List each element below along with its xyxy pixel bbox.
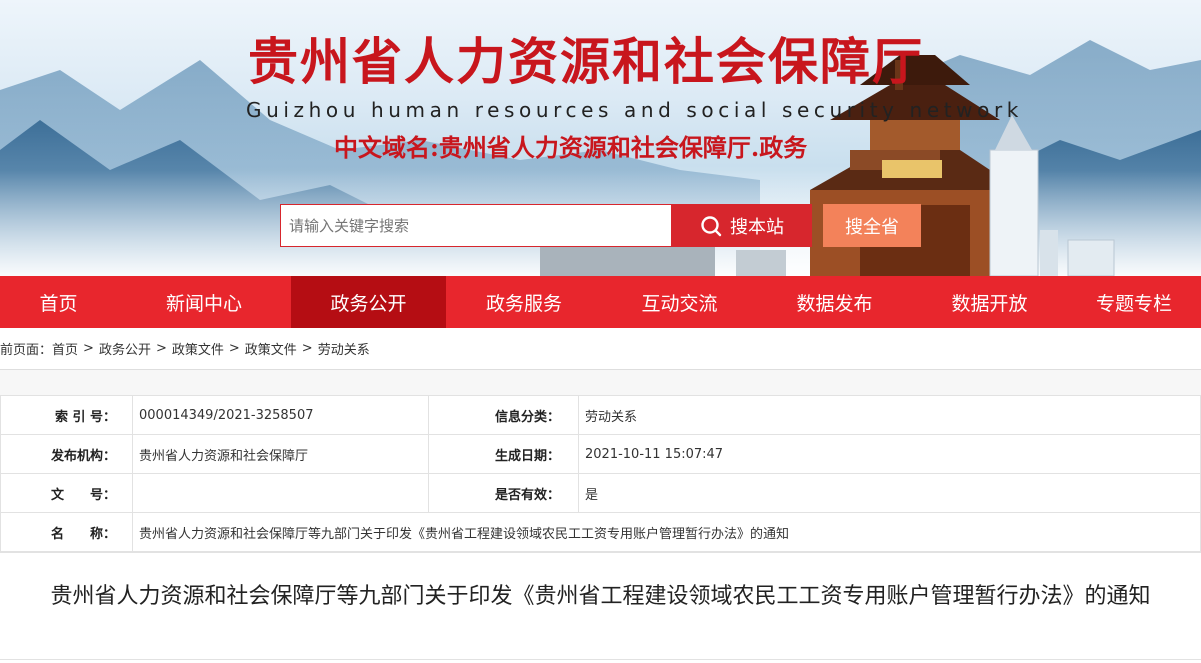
search-site-button[interactable]: 搜本站 — [672, 204, 812, 247]
breadcrumb-link-policy-files[interactable]: 政策文件 — [172, 339, 224, 358]
divider — [0, 659, 1201, 660]
search-province-label: 搜全省 — [845, 216, 899, 238]
nav-label: 新闻中心 — [165, 292, 242, 315]
breadcrumb-separator: > — [83, 341, 94, 356]
site-domain: 中文域名:贵州省人力资源和社会保障厅.政务 — [334, 133, 808, 162]
search-input[interactable] — [281, 205, 671, 246]
search-icon — [701, 215, 722, 236]
nav-label: 首页 — [39, 292, 78, 315]
breadcrumb-link-home[interactable]: 首页 — [52, 339, 78, 358]
category-label: 信息分类： — [428, 395, 579, 435]
docno-label: 文 号： — [0, 473, 133, 513]
table-row: 索 引 号： 000014349/2021-3258507 信息分类： 劳动关系 — [0, 395, 1201, 435]
index-value: 000014349/2021-3258507 — [132, 395, 429, 435]
publisher-value: 贵州省人力资源和社会保障厅 — [132, 434, 429, 474]
nav-item-interaction[interactable]: 互动交流 — [602, 276, 757, 328]
header-banner: 贵州省人力资源和社会保障厅 Guizhou human resources an… — [0, 0, 1201, 276]
document-info-table: 索 引 号： 000014349/2021-3258507 信息分类： 劳动关系… — [0, 395, 1201, 552]
table-row: 文 号： 是否有效： 是 — [0, 473, 1201, 513]
breadcrumb-link-policy-files-2[interactable]: 政策文件 — [245, 339, 297, 358]
table-row: 名 称： 贵州省人力资源和社会保障厅等九部门关于印发《贵州省工程建设领域农民工工… — [0, 512, 1201, 552]
article-title: 贵州省人力资源和社会保障厅等九部门关于印发《贵州省工程建设领域农民工工资专用账户… — [0, 552, 1201, 612]
site-subtitle: Guizhou human resources and social secur… — [246, 98, 1023, 122]
nav-item-home[interactable]: 首页 — [0, 276, 117, 328]
date-label: 生成日期： — [428, 434, 579, 474]
search-box — [280, 204, 672, 247]
breadcrumb-separator: > — [301, 341, 313, 356]
table-row: 发布机构： 贵州省人力资源和社会保障厅 生成日期： 2021-10-11 15:… — [0, 434, 1201, 474]
breadcrumb-link-government-affairs[interactable]: 政务公开 — [99, 339, 151, 358]
nav-item-government-affairs[interactable]: 政务公开 — [291, 276, 446, 328]
breadcrumb-separator: > — [155, 341, 167, 356]
docno-value — [132, 473, 429, 513]
index-label: 索 引 号： — [0, 395, 133, 435]
breadcrumb: 前页面： 首页 > 政务公开 > 政策文件 > 政策文件 > 劳动关系 — [0, 328, 1201, 369]
main-nav: 首页 新闻中心 政务公开 政务服务 互动交流 数据发布 数据开放 专题专栏 — [0, 276, 1201, 328]
validity-value: 是 — [578, 473, 1201, 513]
breadcrumb-separator: > — [228, 341, 240, 356]
nav-item-data-open[interactable]: 数据开放 — [912, 276, 1067, 328]
date-value: 2021-10-11 15:07:47 — [578, 434, 1201, 474]
nav-item-data-release[interactable]: 数据发布 — [757, 276, 912, 328]
nav-label: 专题专栏 — [1095, 292, 1172, 315]
breadcrumb-prefix: 前页面： — [0, 343, 53, 358]
name-label: 名 称： — [0, 512, 133, 552]
nav-label: 互动交流 — [641, 292, 718, 315]
nav-item-topics[interactable]: 专题专栏 — [1067, 276, 1201, 328]
breadcrumb-link-labor-relations[interactable]: 劳动关系 — [318, 339, 370, 358]
nav-item-services[interactable]: 政务服务 — [446, 276, 602, 328]
site-title: 贵州省人力资源和社会保障厅 — [248, 33, 924, 91]
nav-label: 政务公开 — [330, 292, 407, 315]
nav-label: 数据发布 — [796, 292, 873, 315]
nav-label: 政务服务 — [485, 292, 562, 315]
search-site-label: 搜本站 — [730, 216, 784, 238]
nav-label: 数据开放 — [951, 292, 1028, 315]
validity-label: 是否有效： — [428, 473, 579, 513]
category-value: 劳动关系 — [578, 395, 1201, 435]
search-province-button[interactable]: 搜全省 — [823, 204, 921, 247]
divider — [0, 369, 1201, 395]
name-value: 贵州省人力资源和社会保障厅等九部门关于印发《贵州省工程建设领域农民工工资专用账户… — [132, 512, 1201, 552]
publisher-label: 发布机构： — [0, 434, 133, 474]
nav-item-news[interactable]: 新闻中心 — [117, 276, 291, 328]
